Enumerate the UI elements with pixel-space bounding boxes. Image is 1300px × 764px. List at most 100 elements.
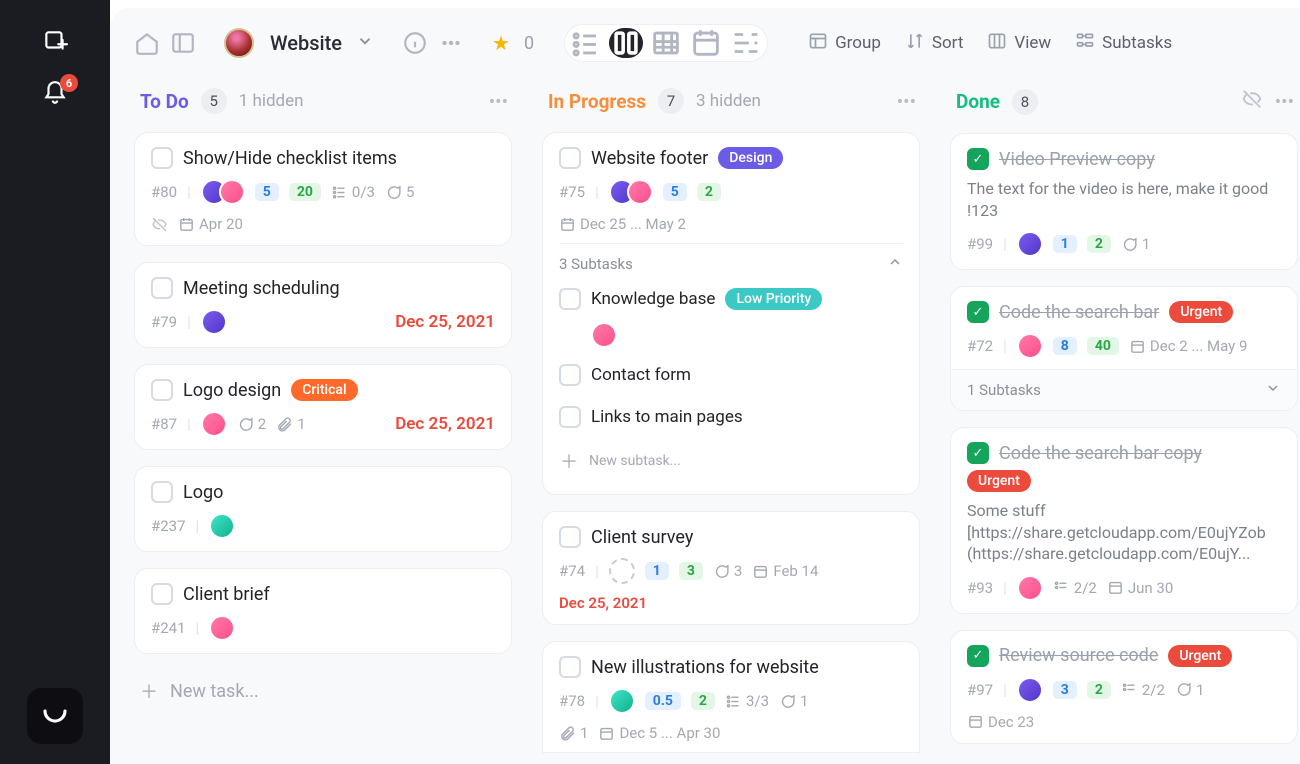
tag-design: Design (718, 147, 783, 169)
task-card[interactable]: Show/Hide checklist items #80| 5 20 0/3 … (134, 132, 512, 246)
view-board-icon[interactable] (609, 28, 643, 58)
checkbox[interactable] (151, 147, 173, 169)
view-calendar-icon[interactable] (689, 28, 723, 58)
task-card[interactable]: Logo #237| (134, 466, 512, 552)
column-hidden[interactable]: 1 hidden (239, 91, 304, 111)
checkbox[interactable] (151, 379, 173, 401)
checkbox[interactable] (559, 288, 581, 310)
attachment-count: 1 (276, 415, 305, 433)
new-subtask-button[interactable]: ＋ New subtask... (559, 440, 903, 482)
eye-off-icon[interactable] (1241, 88, 1263, 115)
checkbox-checked[interactable]: ✓ (967, 645, 989, 667)
checkbox-checked[interactable]: ✓ (967, 148, 989, 170)
task-card[interactable]: Website footer Design #75| 5 2 Dec 25 ..… (542, 132, 920, 495)
assignees[interactable] (609, 688, 635, 714)
view-list-icon[interactable] (569, 28, 603, 58)
home-icon[interactable] (134, 30, 160, 56)
tag-urgent: Urgent (1168, 645, 1232, 667)
task-id: #72 (967, 337, 993, 355)
sort-button[interactable]: Sort (905, 31, 964, 56)
view-timeline-icon[interactable] (729, 28, 763, 58)
estimate-pill: 5 (663, 183, 687, 201)
task-card[interactable]: Logo design Critical #87| 2 1 Dec 25, 20… (134, 364, 512, 450)
assignees[interactable] (1017, 575, 1043, 601)
kanban-board: To Do 5 1 hidden ••• Show/Hide checklist… (110, 78, 1300, 764)
column-more-icon[interactable]: ••• (1275, 90, 1294, 113)
task-card[interactable]: Client survey #74| 1 3 3 Feb 14 Dec 25, … (542, 511, 920, 625)
task-id: #78 (559, 692, 585, 710)
assignees[interactable] (1017, 677, 1043, 703)
subtasks-button[interactable]: Subtasks (1075, 31, 1172, 56)
subtask-item[interactable]: Contact form (559, 356, 903, 394)
group-button[interactable]: Group (808, 31, 881, 56)
task-card[interactable]: New illustrations for website #78| 0.5 2… (542, 641, 920, 754)
task-id: #80 (151, 183, 177, 201)
checkbox[interactable] (559, 526, 581, 548)
progress-pill: 2 (691, 692, 715, 710)
task-card[interactable]: Client brief #241| (134, 568, 512, 654)
star-icon[interactable]: ★ (492, 31, 510, 55)
chevron-down-icon (1265, 380, 1281, 400)
checkbox[interactable] (559, 656, 581, 678)
column-more-icon[interactable]: ••• (489, 90, 508, 113)
column-in-progress: In Progress 7 3 hidden ••• Website foote… (542, 78, 922, 754)
panel-icon[interactable] (170, 30, 196, 56)
eye-off-icon (151, 216, 168, 233)
attachment-count: 1 (559, 724, 588, 742)
column-hidden[interactable]: 3 hidden (696, 91, 761, 111)
checkbox[interactable] (559, 147, 581, 169)
assignees[interactable] (209, 513, 235, 539)
column-more-icon[interactable]: ••• (897, 90, 916, 113)
subtasks-toggle[interactable]: 1 Subtasks (951, 369, 1297, 410)
checkbox-checked[interactable]: ✓ (967, 301, 989, 323)
progress-pill: 2 (1087, 235, 1111, 253)
subtask-item[interactable]: Knowledge base Low Priority (559, 280, 903, 318)
app-logo[interactable] (27, 688, 83, 744)
subtask-item[interactable]: Links to main pages (559, 398, 903, 436)
checkbox[interactable] (151, 583, 173, 605)
workspace-name[interactable]: Website (270, 31, 342, 55)
view-table-icon[interactable] (649, 28, 683, 58)
subtasks-toggle[interactable]: 3 Subtasks (559, 243, 903, 274)
checkbox[interactable] (151, 277, 173, 299)
task-card[interactable]: ✓ Code the search bar copy Urgent Some s… (950, 427, 1298, 614)
task-title: Website footer (591, 148, 708, 169)
subtask-title: Links to main pages (591, 407, 743, 427)
workspace-avatar[interactable] (224, 28, 254, 58)
task-card[interactable]: ✓ Code the search bar Urgent #72| 8 40 D… (950, 286, 1298, 411)
subtasks-toggle[interactable]: 1 Subtasks (543, 752, 919, 754)
topbar: Website ★ 0 Group Sort (110, 8, 1300, 78)
estimate-pill: 5 (255, 183, 279, 201)
more-icon[interactable] (438, 30, 464, 56)
assignees[interactable] (201, 179, 245, 205)
task-title: Logo design (183, 380, 281, 401)
checkbox[interactable] (559, 406, 581, 428)
info-icon[interactable] (402, 30, 428, 56)
bell-icon[interactable]: 6 (42, 80, 68, 106)
subtask-count: 2/2 (1121, 681, 1165, 699)
task-title: Video Preview copy (999, 149, 1155, 170)
checkbox-checked[interactable]: ✓ (967, 442, 989, 464)
assignees[interactable] (609, 558, 635, 584)
assignees[interactable] (201, 411, 227, 437)
chevron-down-icon[interactable] (356, 32, 374, 54)
assignees[interactable] (1017, 231, 1043, 257)
date: Jun 30 (1107, 579, 1173, 597)
subtask-title: Knowledge base (591, 289, 715, 309)
assignees[interactable] (209, 615, 235, 641)
task-description: The text for the video is here, make it … (967, 178, 1281, 221)
assignees[interactable] (609, 179, 653, 205)
comment-count: 1 (1121, 235, 1150, 253)
task-card[interactable]: ✓ Video Preview copy The text for the vi… (950, 133, 1298, 270)
assignee-avatar[interactable] (591, 322, 617, 348)
checkbox[interactable] (151, 481, 173, 503)
task-title: Show/Hide checklist items (183, 148, 397, 169)
task-card[interactable]: Meeting scheduling #79| Dec 25, 2021 (134, 262, 512, 348)
task-card[interactable]: ✓ Review source code Urgent #97| 3 2 2/2… (950, 630, 1298, 744)
checkbox[interactable] (559, 364, 581, 386)
assignees[interactable] (1017, 333, 1043, 359)
assignees[interactable] (201, 309, 227, 335)
create-icon[interactable] (42, 28, 68, 54)
new-task-button[interactable]: ＋ New task... (134, 670, 512, 712)
view-button[interactable]: View (987, 31, 1051, 56)
